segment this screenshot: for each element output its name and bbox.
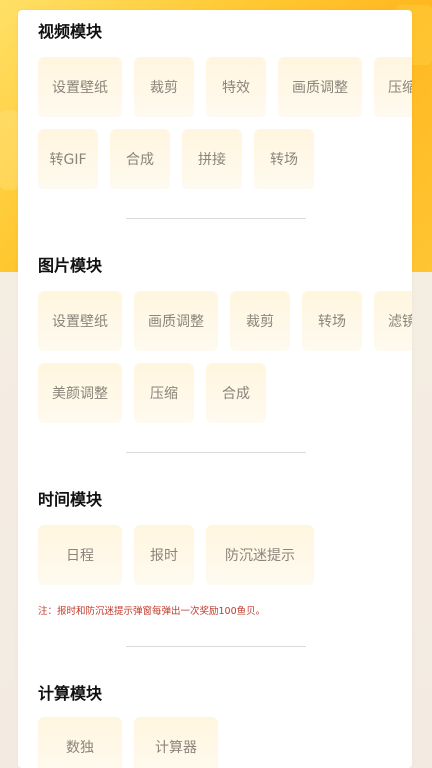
video-item-crop[interactable]: 裁剪 [134,57,194,117]
image-item-beauty[interactable]: 美颜调整 [38,363,122,423]
image-item-compress[interactable]: 压缩 [134,363,194,423]
section-divider [126,452,306,453]
module-card: 视频模块 设置壁纸 裁剪 特效 画质调整 压缩 转GIF 合成 拼接 转场 图片… [18,10,412,768]
video-item-gif[interactable]: 转GIF [38,129,98,189]
image-item-merge[interactable]: 合成 [206,363,266,423]
video-item-transition[interactable]: 转场 [254,129,314,189]
video-item-wallpaper[interactable]: 设置壁纸 [38,57,122,117]
video-item-merge[interactable]: 合成 [110,129,170,189]
section-title-image: 图片模块 [38,256,103,275]
video-item-splice[interactable]: 拼接 [182,129,242,189]
image-item-crop[interactable]: 裁剪 [230,291,290,351]
section-title-time: 时间模块 [38,490,103,509]
section-divider [126,218,306,219]
section-title-video: 视频模块 [38,22,103,41]
image-item-wallpaper[interactable]: 设置壁纸 [38,291,122,351]
video-item-compress[interactable]: 压缩 [374,57,412,117]
decor-shape [0,110,18,190]
time-item-schedule[interactable]: 日程 [38,525,122,585]
video-item-effects[interactable]: 特效 [206,57,266,117]
section-divider [126,646,306,647]
compute-item-calculator[interactable]: 计算器 [134,717,218,768]
image-item-transition[interactable]: 转场 [302,291,362,351]
reward-note: 注：报时和防沉迷提示弹窗每弹出一次奖励100鱼贝。 [38,606,266,617]
compute-item-sudoku[interactable]: 数独 [38,717,122,768]
section-title-compute: 计算模块 [38,684,103,703]
time-item-chime[interactable]: 报时 [134,525,194,585]
time-item-anti-addiction[interactable]: 防沉迷提示 [206,525,314,585]
video-item-quality[interactable]: 画质调整 [278,57,362,117]
image-item-quality[interactable]: 画质调整 [134,291,218,351]
image-item-filter[interactable]: 滤镜 [374,291,412,351]
